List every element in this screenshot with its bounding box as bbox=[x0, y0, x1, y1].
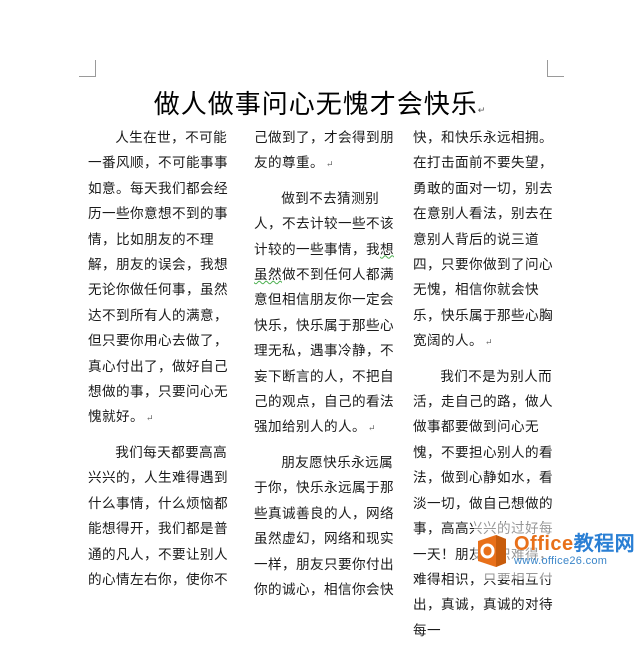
paragraph-text: 做不到任何人都满意但相信朋友你一定会快乐，快乐属于那些心理无私，遇事冷静，不妄下… bbox=[254, 267, 394, 436]
paragraph-text: 快，和快乐永远相拥。在打击面前不要失望，勇敢的面对一切，别去在意别人看法，别去在… bbox=[413, 130, 553, 350]
paragraph-mark-icon: ↵ bbox=[367, 424, 376, 435]
document-title-text: 做人做事问心无愧才会快乐 bbox=[153, 90, 478, 120]
watermark-logo: Office教程网 www.office26.com bbox=[474, 522, 640, 579]
paragraph-mark-icon: ↵ bbox=[325, 160, 334, 171]
paragraph-mark-icon: ↵ bbox=[477, 106, 487, 116]
text-column-1: 人生在世，不可能一番风顺，不可能事事如意。每天我们都会经历一些你意想不到的事情，… bbox=[88, 126, 228, 601]
watermark-brand-suffix: 教程网 bbox=[573, 533, 636, 555]
paragraph-mark-icon: ↵ bbox=[484, 338, 493, 349]
paragraph-text: 己做到了，才会得到朋友的尊重。 bbox=[254, 130, 394, 172]
paragraph-text: 我们不是为别人而活，走自己的路，做人做事都要做到问心无愧，不要担心别人的看法，做… bbox=[413, 368, 553, 639]
crop-mark-top-left bbox=[79, 60, 96, 77]
paragraph: 我们每天都要高高兴兴的，人生难得遇到什么事情，什么烦恼都能想得开，我们都是普通的… bbox=[88, 441, 228, 593]
paragraph-text: 人生在世，不可能一番风顺，不可能事事如意。每天我们都会经历一些你意想不到的事情，… bbox=[88, 130, 228, 426]
watermark-text: Office教程网 www.office26.com bbox=[514, 534, 635, 567]
paragraph-text: 朋友愿快乐永远属于你，快乐永远属于那些真诚善良的人，网络虽然虚幻，网络和现实一样… bbox=[254, 454, 394, 598]
watermark-brand-prefix: Office bbox=[514, 533, 574, 555]
paragraph-mark-icon: ↵ bbox=[145, 414, 154, 425]
paragraph: 快，和快乐永远相拥。在打击面前不要失望，勇敢的面对一切，别去在意别人看法，别去在… bbox=[413, 126, 553, 357]
paragraph: 我们不是为别人而活，走自己的路，做人做事都要做到问心无愧，不要担心别人的看法，做… bbox=[413, 365, 553, 644]
watermark-url: www.office26.com bbox=[514, 555, 608, 567]
office-logo-icon bbox=[478, 534, 506, 567]
document-title: 做人做事问心无愧才会快乐↵ bbox=[0, 84, 640, 121]
watermark-brand: Office教程网 bbox=[514, 534, 635, 554]
text-column-2: 己做到了，才会得到朋友的尊重。 ↵ 做到不去猜测别人，不去计较一些不该计较的一些事… bbox=[254, 126, 394, 611]
paragraph: 做到不去猜测别人，不去计较一些不该计较的一些事情，我想虽然做不到任何人都满意但相… bbox=[254, 187, 394, 443]
paragraph-text: 我们每天都要高高兴兴的，人生难得遇到什么事情，什么烦恼都能想得开，我们都是普通的… bbox=[88, 444, 228, 588]
paragraph-text: 做到不去猜测别人，不去计较一些不该计较的一些事情，我 bbox=[254, 190, 394, 258]
paragraph: 朋友愿快乐永远属于你，快乐永远属于那些真诚善良的人，网络虽然虚幻，网络和现实一样… bbox=[254, 451, 394, 603]
paragraph: 人生在世，不可能一番风顺，不可能事事如意。每天我们都会经历一些你意想不到的事情，… bbox=[88, 126, 228, 433]
paragraph: 己做到了，才会得到朋友的尊重。 ↵ bbox=[254, 126, 394, 179]
crop-mark-top-right bbox=[547, 60, 564, 77]
document-page: 做人做事问心无愧才会快乐↵ 人生在世，不可能一番风顺，不可能事事如意。每天我们都… bbox=[0, 0, 640, 639]
